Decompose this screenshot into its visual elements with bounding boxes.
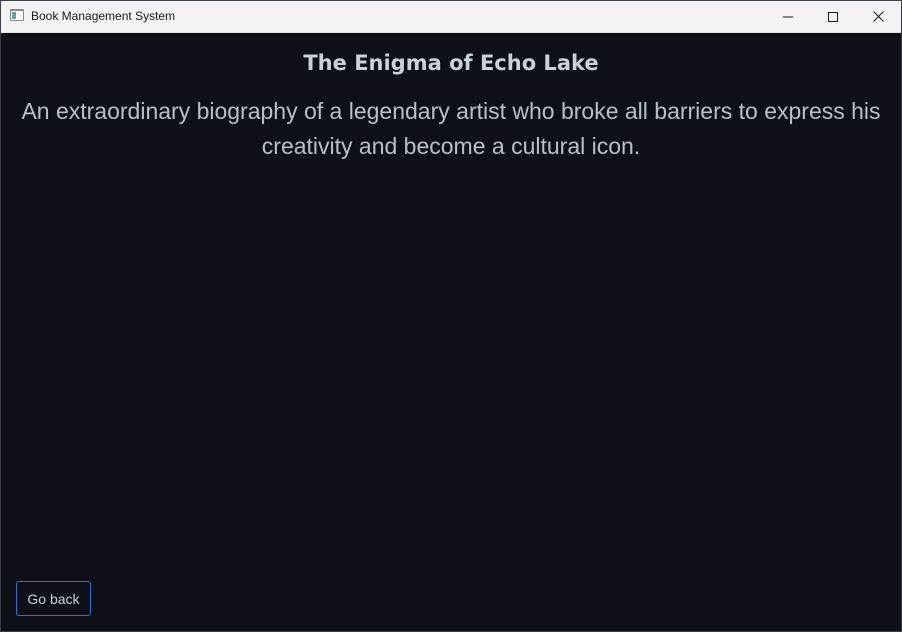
go-back-button[interactable]: Go back <box>16 581 91 616</box>
book-detail-view: The Enigma of Echo Lake An extraordinary… <box>1 33 901 631</box>
title-bar[interactable]: Book Management System <box>1 1 901 33</box>
maximize-button[interactable] <box>810 1 856 32</box>
close-icon <box>872 11 884 22</box>
book-description: An extraordinary biography of a legendar… <box>21 98 881 159</box>
window-title: Book Management System <box>31 9 176 23</box>
minimize-button[interactable] <box>765 1 811 32</box>
maximize-icon <box>828 11 838 22</box>
close-button[interactable] <box>855 1 901 32</box>
minimize-icon <box>783 16 793 17</box>
app-window-icon <box>10 9 24 21</box>
book-title: The Enigma of Echo Lake <box>303 51 599 75</box>
app-window: Book Management System The Enigma of Ech… <box>0 0 902 632</box>
